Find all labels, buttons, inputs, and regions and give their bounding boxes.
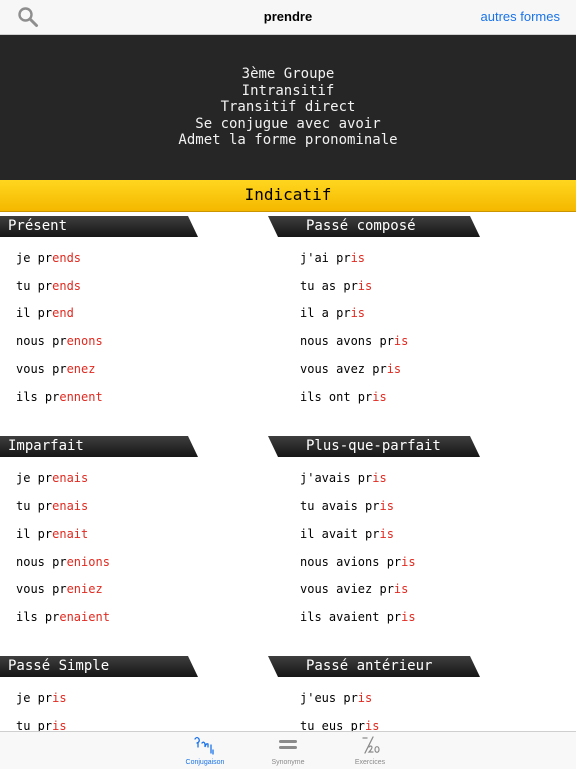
conjugation-line: il avait pris [300, 527, 394, 541]
conjugation-line: il prend [16, 306, 74, 320]
conjugation-line: j'avais pris [300, 471, 387, 485]
equals-icon [248, 734, 328, 756]
conjugation-line: tu prenais [16, 499, 89, 513]
verb-info-panel: 3ème Groupe Intransitif Transitif direct… [0, 35, 576, 180]
conjugation-line: je prenais [16, 471, 89, 485]
verb-property: Transitif direct [220, 99, 356, 116]
tense-header-present: Présent [0, 216, 198, 237]
conjugation-line: vous preniez [16, 582, 103, 596]
conjugation-line: il a pris [300, 306, 366, 320]
conjugation-line: vous prenez [16, 362, 96, 376]
tense-header-passe-compose: Passé composé [268, 216, 480, 237]
tense-header-passe-anterieur: Passé antérieur [268, 656, 480, 677]
conjugation-line: j'eus pris [300, 691, 373, 705]
conjugation-line: nous avons pris [300, 334, 409, 348]
verb-property: Admet la forme pronominale [178, 132, 398, 149]
conjugation-line: tu as pris [300, 279, 373, 293]
mood-banner: Indicatif [0, 180, 576, 212]
tab-conjugaison[interactable]: Conjugaison [165, 734, 245, 766]
tab-bar: Conjugaison Synonyme Exercices [0, 731, 576, 769]
navigation-bar: prendre autres formes [0, 0, 576, 35]
tab-exercices[interactable]: Exercices [330, 734, 410, 766]
verb-property: Intransitif [241, 82, 335, 99]
tense-header-passe-simple: Passé Simple [0, 656, 198, 677]
tab-label: Conjugaison [185, 759, 225, 766]
conjugation-line: ils avaient pris [300, 610, 416, 624]
conjugation-line: tu prends [16, 279, 82, 293]
conjugation-line: il prenait [16, 527, 89, 541]
conjugation-line: nous avions pris [300, 555, 416, 569]
conjugation-line: ils prenaient [16, 610, 110, 624]
conjugation-line: j'ai pris [300, 251, 366, 265]
other-forms-button[interactable]: autres formes [481, 9, 560, 24]
conjugation-line: nous prenons [16, 334, 103, 348]
conjugation-icon [165, 734, 245, 756]
tab-label: Exercices [354, 759, 386, 766]
conjugation-line: vous avez pris [300, 362, 402, 376]
tab-synonyme[interactable]: Synonyme [248, 734, 328, 766]
conjugation-line: nous prenions [16, 555, 110, 569]
conjugation-line: tu avais pris [300, 499, 394, 513]
tense-header-plus-que-parfait: Plus-que-parfait [268, 436, 480, 457]
verb-group: 3ème Groupe [241, 66, 335, 83]
tab-label: Synonyme [271, 759, 305, 766]
score-icon [330, 734, 410, 756]
conjugation-line: je prends [16, 251, 82, 265]
tense-header-imparfait: Imparfait [0, 436, 198, 457]
conjugation-line: ils prennent [16, 390, 103, 404]
conjugation-line: je pris [16, 691, 67, 705]
verb-auxiliary: Se conjugue avec avoir [195, 115, 381, 132]
conjugation-line: ils ont pris [300, 390, 387, 404]
conjugation-line: vous aviez pris [300, 582, 409, 596]
